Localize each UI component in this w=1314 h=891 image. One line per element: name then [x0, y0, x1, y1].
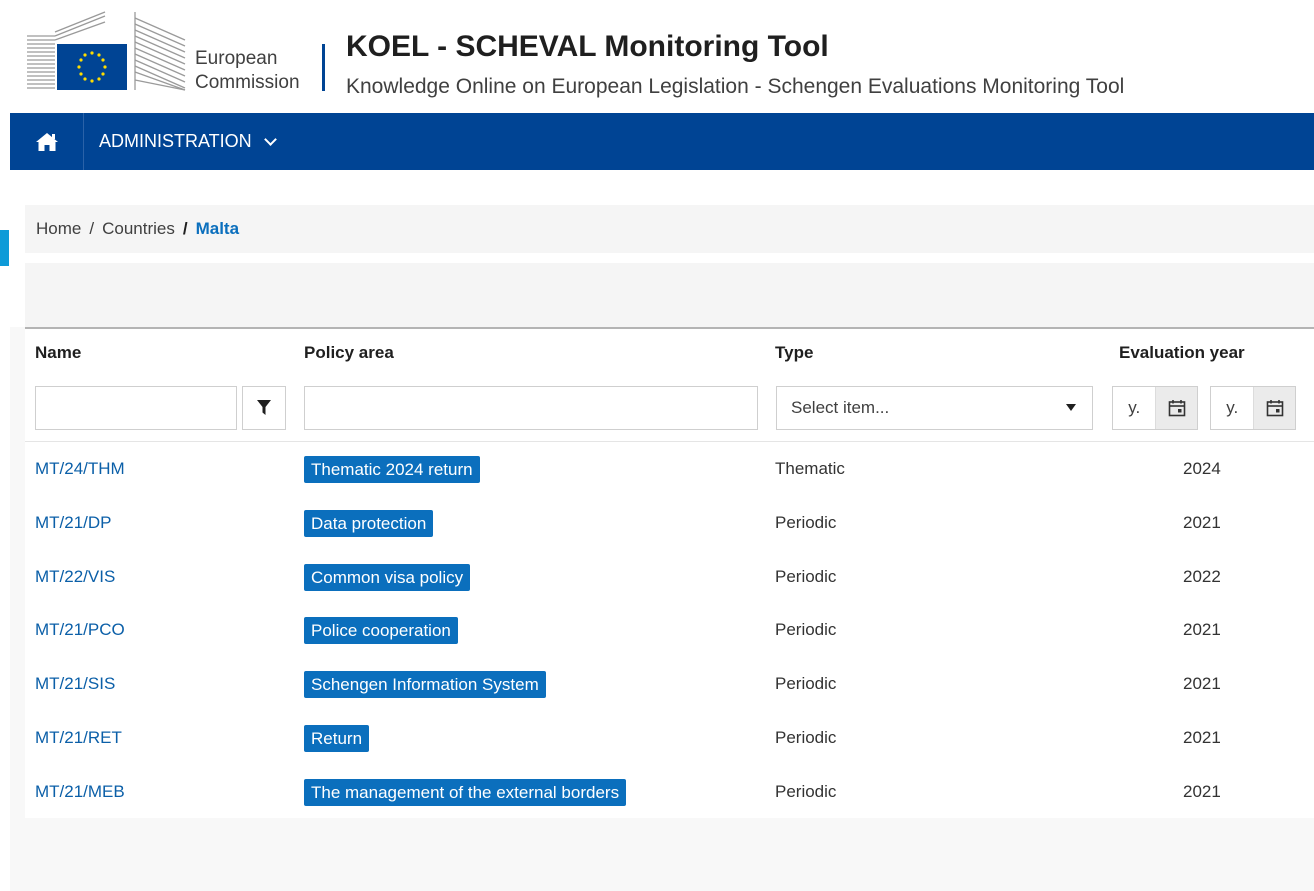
- policy-area-cell: Return: [304, 711, 370, 765]
- nav-administration-menu[interactable]: ADMINISTRATION: [99, 113, 277, 170]
- year-to-filter[interactable]: y.: [1210, 386, 1296, 430]
- evaluation-year-cell: 2024: [1183, 459, 1221, 478]
- type-cell: Periodic: [775, 728, 837, 747]
- evaluation-name-link[interactable]: MT/21/PCO: [35, 603, 125, 657]
- table-row: MT/21/SIS Schengen Information System Pe…: [25, 657, 1314, 711]
- home-icon: [35, 132, 58, 151]
- policy-area-cell: Data protection: [304, 496, 434, 550]
- breadcrumb: Home / Countries / Malta: [25, 205, 1314, 253]
- chevron-down-icon: [263, 132, 277, 146]
- evaluation-year-cell: 2021: [1183, 620, 1221, 639]
- policy-area-cell: Thematic 2024 return: [304, 442, 480, 496]
- type-cell: Periodic: [775, 513, 837, 532]
- nav-home-button[interactable]: [10, 113, 84, 170]
- nav-administration-label: ADMINISTRATION: [99, 131, 252, 151]
- column-header-evaluation-year[interactable]: Evaluation year: [1119, 343, 1245, 363]
- evaluation-year-cell: 2021: [1183, 782, 1221, 801]
- table-row: MT/24/THM Thematic 2024 return Thematic …: [25, 442, 1314, 496]
- caret-down-icon: [1066, 404, 1076, 411]
- header-divider: [322, 44, 325, 91]
- year-from-calendar-button[interactable]: [1155, 387, 1197, 429]
- type-cell: Thematic: [775, 459, 845, 478]
- name-filter-input[interactable]: [35, 386, 237, 430]
- calendar-icon: [1168, 400, 1186, 417]
- year-to-placeholder[interactable]: y.: [1211, 387, 1253, 429]
- policy-area-tag[interactable]: Common visa policy: [304, 563, 471, 591]
- type-cell: Periodic: [775, 620, 837, 639]
- policy-area-tag[interactable]: Thematic 2024 return: [304, 455, 480, 483]
- type-cell: Periodic: [775, 782, 837, 801]
- evaluation-name-link[interactable]: MT/24/THM: [35, 442, 125, 496]
- type-cell: Periodic: [775, 567, 837, 586]
- breadcrumb-countries[interactable]: Countries: [102, 219, 175, 239]
- table-row: MT/22/VIS Common visa policy Periodic 20…: [25, 550, 1314, 604]
- grid-toolbar: [25, 263, 1314, 327]
- table-row: MT/21/RET Return Periodic 2021: [25, 711, 1314, 765]
- type-filter-placeholder: Select item...: [791, 398, 890, 417]
- policy-area-cell: Police cooperation: [304, 603, 458, 657]
- breadcrumb-separator: /: [182, 219, 188, 238]
- side-accent-bar: [0, 230, 9, 266]
- organization-name-line2: Commission: [195, 72, 300, 93]
- policy-area-filter-input[interactable]: [304, 386, 758, 430]
- organization-name-line1: European: [195, 48, 278, 69]
- policy-area-cell: Schengen Information System: [304, 657, 546, 711]
- app-subtitle: Knowledge Online on European Legislation…: [346, 75, 1125, 98]
- name-filter-button[interactable]: [242, 386, 286, 430]
- calendar-icon: [1266, 400, 1284, 417]
- column-header-type[interactable]: Type: [775, 343, 813, 363]
- table-row: MT/21/DP Data protection Periodic 2021: [25, 496, 1314, 550]
- year-to-calendar-button[interactable]: [1253, 387, 1295, 429]
- table-row: MT/21/PCO Police cooperation Periodic 20…: [25, 603, 1314, 657]
- main-navigation: ADMINISTRATION: [10, 113, 1314, 170]
- table-row: MT/21/MEB The management of the external…: [25, 765, 1314, 819]
- policy-area-cell: Common visa policy: [304, 550, 471, 604]
- column-header-policy-area[interactable]: Policy area: [304, 343, 394, 363]
- evaluation-year-cell: 2021: [1183, 674, 1221, 693]
- column-header-name[interactable]: Name: [35, 343, 81, 363]
- organization-name: European Commission: [195, 47, 300, 95]
- type-filter-select[interactable]: Select item...: [776, 386, 1093, 430]
- evaluation-name-link[interactable]: MT/22/VIS: [35, 550, 115, 604]
- breadcrumb-current: Malta: [195, 219, 240, 238]
- filter-icon: [257, 400, 271, 415]
- type-cell: Periodic: [775, 674, 837, 693]
- year-from-filter[interactable]: y.: [1112, 386, 1198, 430]
- policy-area-cell: The management of the external borders: [304, 765, 627, 819]
- breadcrumb-separator: /: [89, 219, 95, 238]
- evaluation-year-cell: 2022: [1183, 567, 1221, 586]
- app-title: KOEL - SCHEVAL Monitoring Tool: [346, 30, 829, 63]
- policy-area-tag[interactable]: The management of the external borders: [304, 778, 627, 806]
- evaluation-name-link[interactable]: MT/21/MEB: [35, 765, 125, 819]
- policy-area-tag[interactable]: Data protection: [304, 509, 434, 537]
- breadcrumb-home[interactable]: Home: [36, 219, 81, 239]
- evaluation-name-link[interactable]: MT/21/SIS: [35, 657, 115, 711]
- evaluation-year-cell: 2021: [1183, 513, 1221, 532]
- year-from-placeholder[interactable]: y.: [1113, 387, 1155, 429]
- site-header: European Commission KOEL - SCHEVAL Monit…: [0, 0, 1314, 112]
- evaluation-year-cell: 2021: [1183, 728, 1221, 747]
- european-commission-logo: [27, 11, 186, 91]
- evaluation-name-link[interactable]: MT/21/RET: [35, 711, 122, 765]
- policy-area-tag[interactable]: Schengen Information System: [304, 670, 546, 698]
- policy-area-tag[interactable]: Police cooperation: [304, 616, 458, 644]
- policy-area-tag[interactable]: Return: [304, 724, 370, 752]
- page: European Commission KOEL - SCHEVAL Monit…: [0, 0, 1314, 891]
- evaluation-name-link[interactable]: MT/21/DP: [35, 496, 112, 550]
